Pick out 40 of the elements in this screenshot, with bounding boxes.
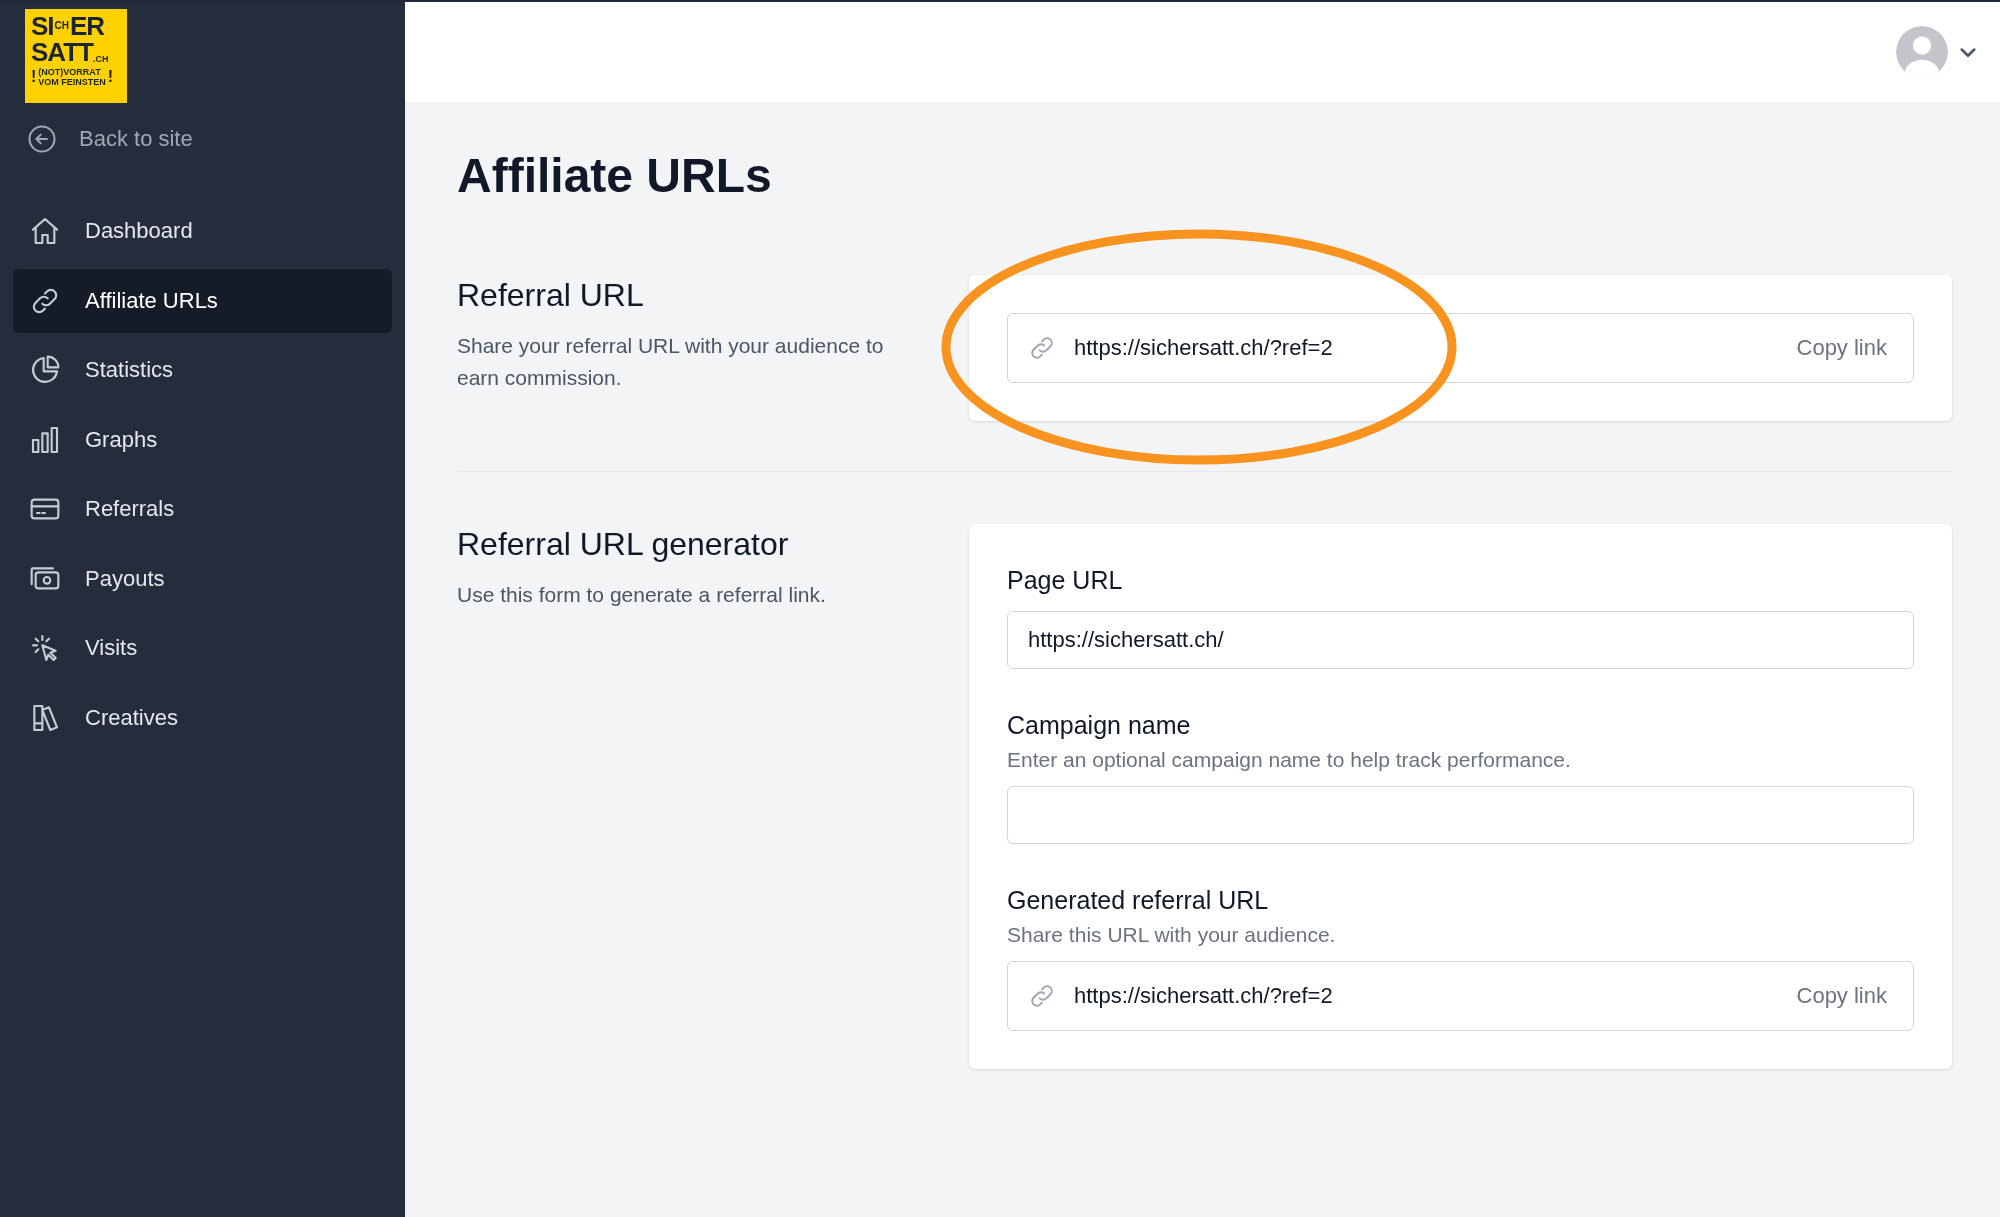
logo-tagline: VOM FEINSTEN [38,77,106,87]
nav-item[interactable]: Affiliate URLs [13,268,392,333]
nav-item[interactable]: Statistics [13,338,392,402]
logo-tagline: (NOT)VORRAT [38,67,102,77]
url-field[interactable]: https://sichersatt.ch/?ref=2 Copy link [1007,313,1914,383]
copy-link-button[interactable]: Copy link [1796,335,1887,361]
logo-text: .CH [92,54,109,65]
nav-item[interactable]: Payouts [13,546,392,611]
field-label: Campaign name [1007,711,1192,740]
field-help: Share this URL with your audience. [1007,923,1337,947]
logo-text: ER [70,13,105,39]
field-label: Generated referral URL [1007,886,1270,915]
logo-text: ! [107,69,114,85]
field-help: Enter an optional campaign name to help track performance. [1007,748,1572,772]
logo-text: CH [53,19,71,33]
link-icon [1028,982,1056,1010]
nav-item[interactable]: Visits [13,616,392,680]
avatar-icon [1896,26,1948,78]
section-description: Share your referral URL with your audience to earn commission. [457,333,885,391]
nav-item[interactable]: Graphs [13,407,392,472]
page-title: Affiliate URLs [457,148,773,203]
pie-chart-icon [29,354,61,386]
section-heading: Referral URL generator [457,526,790,563]
logo-text: SI [31,13,54,39]
logo-text: ! [31,69,37,85]
nav-item[interactable]: Creatives [13,685,392,750]
section-heading: Referral URL [457,277,645,314]
user-menu[interactable] [1896,26,1978,78]
logo-text: SATT [31,39,93,65]
home-icon [29,215,61,247]
nav-item[interactable]: Referrals [13,477,392,541]
link-icon [1028,334,1056,362]
url-field[interactable]: https://sichersatt.ch/?ref=2 Copy link [1007,961,1914,1031]
input-field[interactable] [1007,786,1914,844]
input-field[interactable]: https://sichersatt.ch/ [1007,611,1914,669]
field-label: Page URL [1007,566,1124,595]
copy-link-button[interactable]: Copy link [1796,983,1887,1009]
back-link[interactable]: Back to site [27,121,392,157]
nav-item[interactable]: Dashboard [13,199,392,263]
section-description: Use this form to generate a referral link. [457,582,827,608]
